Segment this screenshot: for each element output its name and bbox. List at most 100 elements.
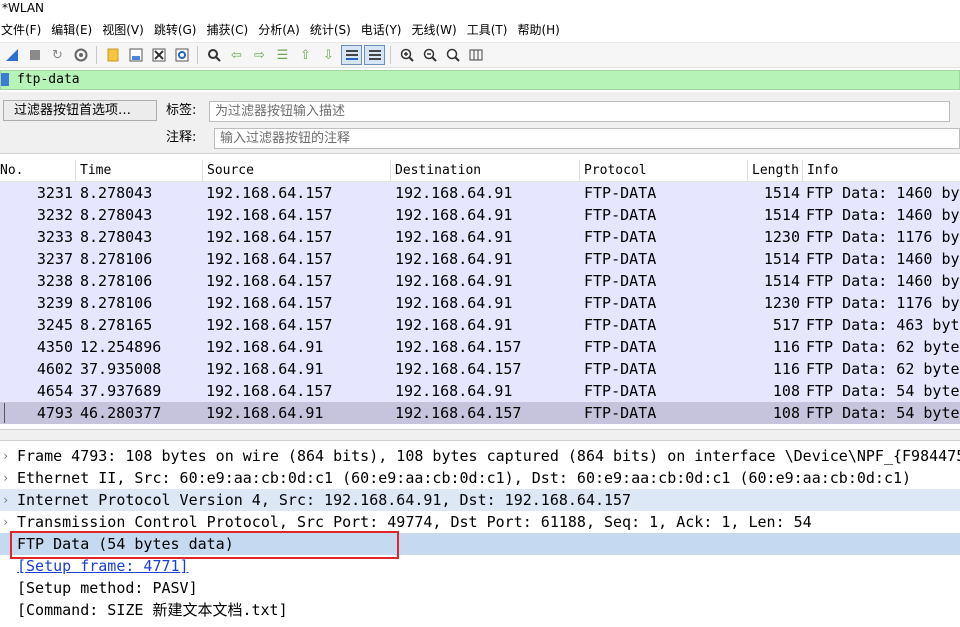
- column-header-time[interactable]: Time: [76, 160, 203, 182]
- pane-splitter[interactable]: [0, 429, 960, 441]
- filter-bookmark-icon[interactable]: [1, 73, 9, 86]
- restart-icon[interactable]: ↻: [47, 45, 68, 65]
- cell-source: 192.168.64.157: [206, 316, 333, 334]
- detail-frame[interactable]: › Frame 4793: 108 bytes on wire (864 bits…: [0, 445, 960, 467]
- packet-row[interactable]: 3245 8.278165 192.168.64.157 192.168.64.91 F…: [0, 314, 960, 336]
- detail-text: Transmission Control Protocol, Src Port:…: [17, 513, 812, 531]
- column-header-info[interactable]: Info: [803, 160, 960, 182]
- packet-list: No. Time Source Destination Protocol Len…: [0, 160, 960, 425]
- label-input[interactable]: 为过滤器按钮输入描述: [209, 101, 950, 122]
- options-gear-icon[interactable]: [70, 45, 91, 65]
- column-header-no[interactable]: No.: [0, 160, 76, 182]
- expand-arrow-icon[interactable]: ›: [2, 489, 9, 511]
- cell-protocol: FTP-DATA: [584, 316, 657, 334]
- column-header-destination[interactable]: Destination: [391, 160, 580, 182]
- menu-edit[interactable]: 编辑(E): [49, 18, 100, 42]
- menu-tools[interactable]: 工具(T): [465, 18, 516, 42]
- toolbar-separator: [197, 46, 198, 64]
- detail-ipv4[interactable]: › Internet Protocol Version 4, Src: 192.1…: [0, 489, 960, 511]
- packet-row-selected[interactable]: 4793 46.280377 192.168.64.91 192.168.64.157…: [0, 402, 960, 424]
- stop-icon[interactable]: [24, 45, 45, 65]
- save-file-icon[interactable]: [125, 45, 146, 65]
- filter-button-preferences-button[interactable]: 过滤器按钮首选项…: [3, 100, 157, 121]
- back-arrow-icon[interactable]: ⇦: [226, 45, 247, 65]
- packet-row[interactable]: 3233 8.278043 192.168.64.157 192.168.64.91 F…: [0, 226, 960, 248]
- cell-protocol: FTP-DATA: [584, 184, 657, 202]
- cell-time: 8.278043: [80, 184, 153, 202]
- cell-source: 192.168.64.157: [206, 250, 333, 268]
- autoscroll-icon[interactable]: [341, 45, 362, 65]
- menu-statistics[interactable]: 统计(S): [308, 18, 359, 42]
- cell-time: 8.278106: [80, 250, 153, 268]
- menu-telephony[interactable]: 电话(Y): [359, 18, 410, 42]
- cell-length: 517: [772, 316, 800, 334]
- packet-row[interactable]: 3237 8.278106 192.168.64.157 192.168.64.91 F…: [0, 248, 960, 270]
- detail-text: [Setup method: PASV]: [17, 579, 198, 597]
- cell-time: 8.278106: [80, 294, 153, 312]
- column-header-source[interactable]: Source: [203, 160, 391, 182]
- menu-wireless[interactable]: 无线(W): [410, 18, 465, 42]
- cell-time: 8.278165: [80, 316, 153, 334]
- resize-columns-icon[interactable]: [465, 45, 486, 65]
- cell-length: 1514: [763, 250, 800, 268]
- cell-info: FTP Data: 1460 by: [806, 206, 960, 224]
- colorize-icon[interactable]: [364, 45, 385, 65]
- cell-source: 192.168.64.157: [206, 184, 333, 202]
- expand-arrow-icon[interactable]: ›: [2, 467, 9, 489]
- cell-length: 1514: [763, 206, 800, 224]
- menu-analyze[interactable]: 分析(A): [256, 18, 308, 42]
- cell-length: 108: [772, 404, 800, 422]
- column-header-length[interactable]: Length: [748, 160, 803, 182]
- detail-ethernet[interactable]: › Ethernet II, Src: 60:e9:aa:cb:0d:c1 (60…: [0, 467, 960, 489]
- cell-destination: 192.168.64.91: [395, 228, 513, 246]
- menu-file[interactable]: 文件(F): [0, 18, 49, 42]
- cell-destination: 192.168.64.157: [395, 360, 522, 378]
- column-header-protocol[interactable]: Protocol: [580, 160, 748, 182]
- cell-destination: 192.168.64.91: [395, 294, 513, 312]
- packet-row[interactable]: 3238 8.278106 192.168.64.157 192.168.64.91 F…: [0, 270, 960, 292]
- zoom-in-icon[interactable]: [396, 45, 417, 65]
- menu-go[interactable]: 跳转(G): [152, 18, 205, 42]
- cell-source: 192.168.64.157: [206, 206, 333, 224]
- packet-row[interactable]: 4654 37.937689 192.168.64.157 192.168.64.91…: [0, 380, 960, 402]
- zoom-reset-icon[interactable]: [442, 45, 463, 65]
- expand-arrow-icon[interactable]: ›: [2, 511, 9, 533]
- menu-capture[interactable]: 捕获(C): [204, 18, 256, 42]
- display-filter-input[interactable]: ftp-data: [0, 70, 960, 90]
- open-folder-icon[interactable]: [102, 45, 123, 65]
- last-packet-icon[interactable]: ⇩: [318, 45, 339, 65]
- comment-input[interactable]: 输入过滤器按钮的注释: [214, 128, 960, 149]
- filter-button-panel: 过滤器按钮首选项… 标签: 为过滤器按钮输入描述 注释: 输入过滤器按钮的注释: [0, 92, 960, 154]
- cell-destination: 192.168.64.91: [395, 316, 513, 334]
- cell-info: FTP Data: 62 byte: [806, 338, 960, 356]
- expand-arrow-icon[interactable]: ›: [2, 445, 9, 467]
- zoom-out-icon[interactable]: [419, 45, 440, 65]
- packet-row[interactable]: 4350 12.254896 192.168.64.91 192.168.64.157…: [0, 336, 960, 358]
- cell-length: 116: [772, 360, 800, 378]
- detail-command[interactable]: [Command: SIZE 新建文本文档.txt]: [0, 599, 960, 621]
- cell-no: 3237: [36, 250, 73, 268]
- detail-tcp[interactable]: › Transmission Control Protocol, Src Port…: [0, 511, 960, 533]
- find-icon[interactable]: [203, 45, 224, 65]
- first-packet-icon[interactable]: ⇧: [295, 45, 316, 65]
- close-file-icon[interactable]: [148, 45, 169, 65]
- shark-fin-icon[interactable]: [1, 45, 22, 65]
- reload-icon[interactable]: [171, 45, 192, 65]
- cell-info: FTP Data: 54 byte: [806, 404, 960, 422]
- packet-row[interactable]: 3239 8.278106 192.168.64.157 192.168.64.91 F…: [0, 292, 960, 314]
- packet-list-header: No. Time Source Destination Protocol Len…: [0, 160, 960, 182]
- packet-row[interactable]: 3231 8.278043 192.168.64.157 192.168.64.91 F…: [0, 182, 960, 204]
- forward-arrow-icon[interactable]: ⇨: [249, 45, 270, 65]
- menu-view[interactable]: 视图(V): [100, 18, 152, 42]
- cell-destination: 192.168.64.91: [395, 250, 513, 268]
- go-to-packet-icon[interactable]: ☰: [272, 45, 293, 65]
- label-label: 标签:: [166, 103, 197, 118]
- cell-info: FTP Data: 62 byte: [806, 360, 960, 378]
- cell-time: 12.254896: [80, 338, 162, 356]
- packet-row[interactable]: 3232 8.278043 192.168.64.157 192.168.64.91 F…: [0, 204, 960, 226]
- detail-setup-method[interactable]: [Setup method: PASV]: [0, 577, 960, 599]
- packet-row[interactable]: 4602 37.935008 192.168.64.91 192.168.64.157…: [0, 358, 960, 380]
- menu-help[interactable]: 帮助(H): [515, 18, 567, 42]
- cell-destination: 192.168.64.91: [395, 184, 513, 202]
- cell-no: 3233: [36, 228, 73, 246]
